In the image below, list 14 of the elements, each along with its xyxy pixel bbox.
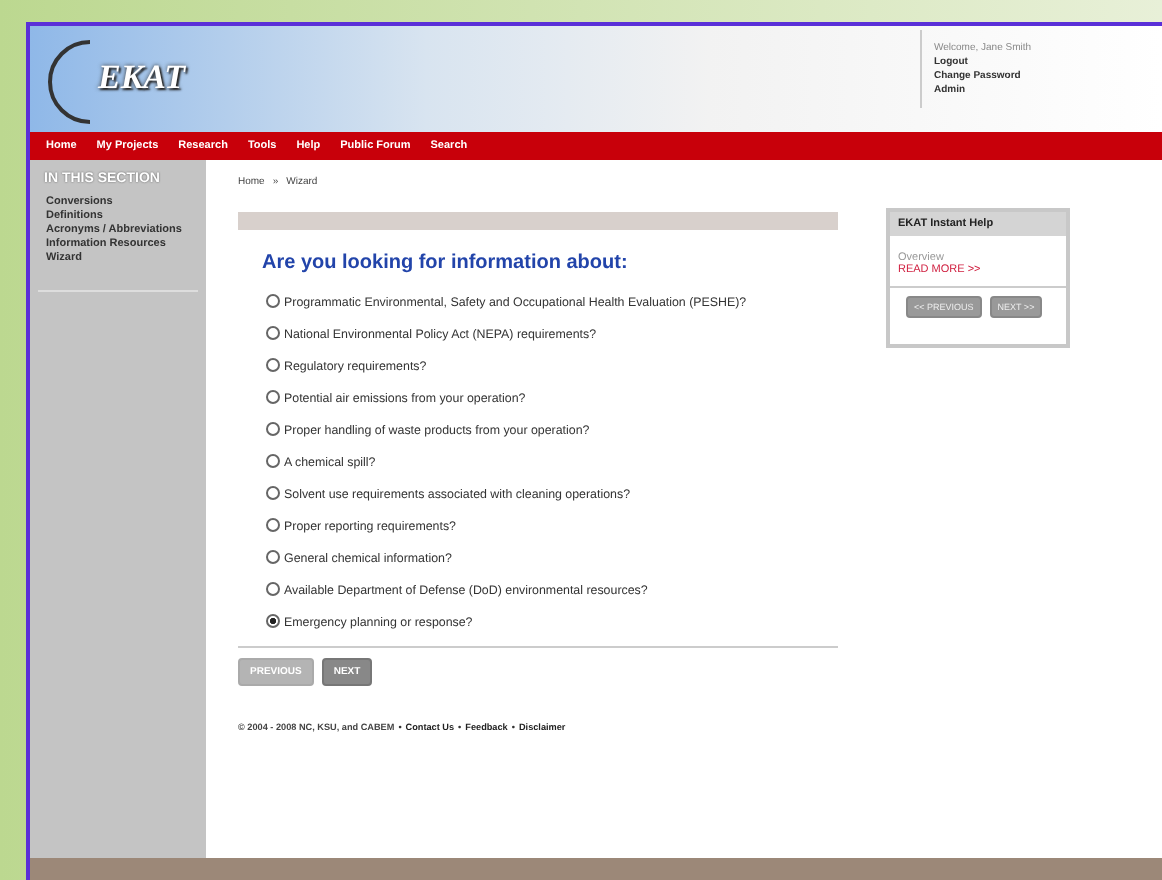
radio-button[interactable] xyxy=(266,326,280,340)
radio-button[interactable] xyxy=(266,550,280,564)
question-heading: Are you looking for information about: xyxy=(262,252,630,274)
radio-button[interactable] xyxy=(266,518,280,532)
radio-button[interactable] xyxy=(266,422,280,436)
radio-button[interactable] xyxy=(266,358,280,372)
radio-button[interactable] xyxy=(266,294,280,308)
radio-button[interactable] xyxy=(266,614,280,628)
radio-button[interactable] xyxy=(266,454,280,468)
logo-text: EKAT xyxy=(98,58,185,98)
radio-button[interactable] xyxy=(266,582,280,596)
swoosh-icon xyxy=(46,34,94,126)
radio-button[interactable] xyxy=(266,390,280,404)
radio-button[interactable] xyxy=(266,486,280,500)
